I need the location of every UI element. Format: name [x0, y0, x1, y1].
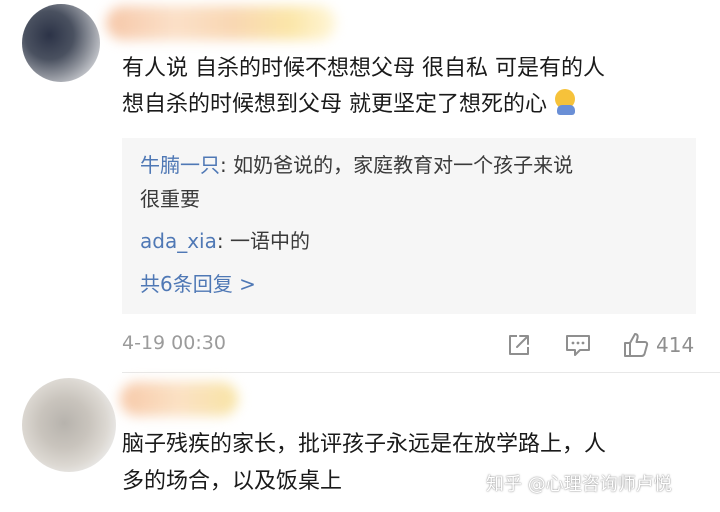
- username-blurred[interactable]: [120, 382, 238, 416]
- comment-text-line: 多的场合，以及饭桌上: [122, 469, 343, 494]
- sad-face-emoji-icon: [553, 89, 579, 115]
- avatar[interactable]: [22, 4, 100, 82]
- username-blurred[interactable]: [106, 6, 336, 40]
- comment-text-line: 想自杀的时候想到父母 就更坚定了想死的心: [122, 87, 579, 123]
- share-icon: [509, 335, 529, 355]
- thumbs-up-icon: [624, 333, 649, 357]
- comment-bubble-icon: [566, 335, 590, 356]
- avatar[interactable]: [22, 378, 116, 472]
- reply-text: : 一语中的: [216, 229, 310, 253]
- reply-text: : 如奶爸说的，家庭教育对一个孩子来说: [220, 153, 574, 177]
- view-more-replies-link[interactable]: 共6条回复 >: [140, 269, 256, 299]
- reply-username[interactable]: 牛腩一只: [140, 153, 220, 177]
- like-count: 414: [656, 333, 695, 357]
- reply-button[interactable]: [564, 330, 592, 360]
- like-button[interactable]: 414: [622, 330, 694, 360]
- reply-item[interactable]: 牛腩一只: 如奶爸说的，家庭教育对一个孩子来说: [140, 150, 573, 180]
- reply-text-continued: 很重要: [140, 187, 200, 211]
- comment-divider: [122, 372, 720, 373]
- comment-text-line: 脑子残疾的家长，批评孩子永远是在放学路上，人: [122, 432, 607, 457]
- share-button[interactable]: [506, 330, 532, 360]
- comment-timestamp: 4-19 00:30: [122, 332, 226, 354]
- watermark: 知乎 @心理咨询师卢悦: [486, 474, 672, 495]
- comment-text-line: 有人说 自杀的时候不想想父母 很自私 可是有的人: [122, 56, 605, 81]
- reply-item[interactable]: ada_xia: 一语中的: [140, 226, 310, 256]
- reply-username[interactable]: ada_xia: [140, 229, 217, 253]
- reply-preview-box[interactable]: 牛腩一只: 如奶爸说的，家庭教育对一个孩子来说 很重要 ada_xia: 一语中…: [122, 138, 696, 314]
- comment-meta-bar: 4-19 00:30 414: [122, 330, 696, 360]
